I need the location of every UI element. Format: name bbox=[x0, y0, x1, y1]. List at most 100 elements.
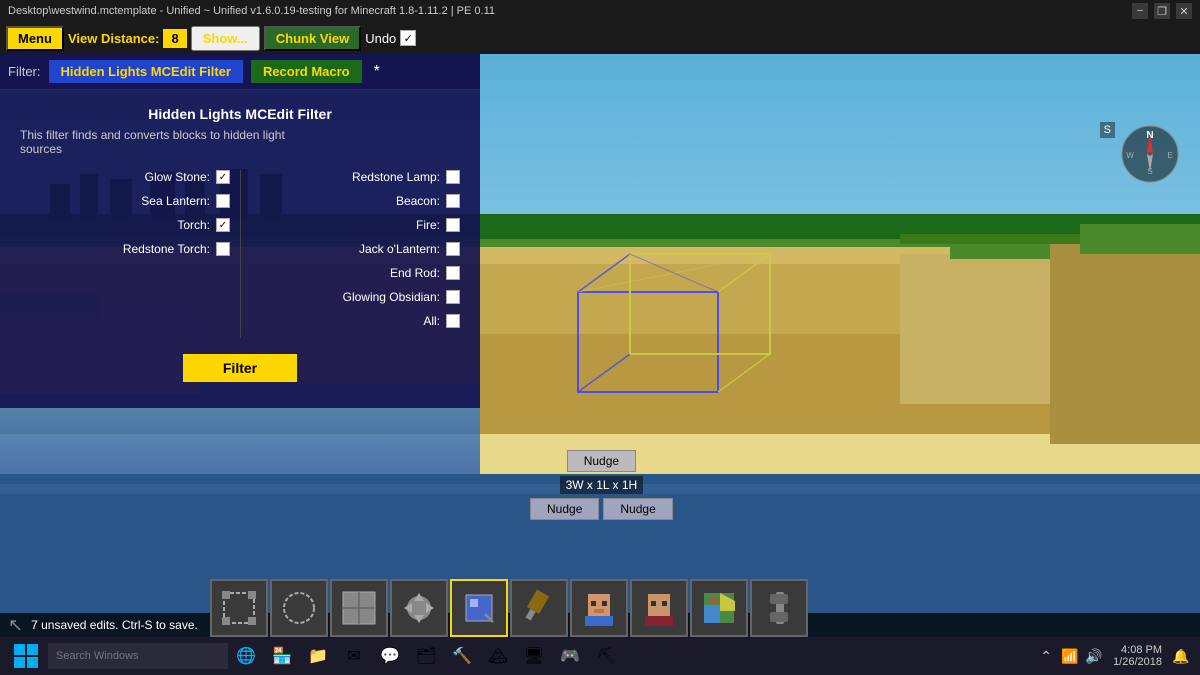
taskbar: 🌐 🏪 📁 ✉ 💬 🗂 🔨 🏔 🖥 🎮 ⛏ ⌃ 📶 🔊 4:08 PM 1/26… bbox=[0, 637, 1200, 675]
option-label-glowstone: Glow Stone: bbox=[20, 170, 210, 184]
taskbar-icon-tools[interactable]: 🔨 bbox=[444, 637, 480, 675]
tool-slot-7[interactable] bbox=[570, 579, 628, 637]
nudge-panel: Nudge 3W x 1L x 1H Nudge Nudge bbox=[530, 450, 673, 520]
tab-record-macro[interactable]: Record Macro bbox=[251, 60, 362, 83]
paint-icon bbox=[460, 589, 498, 627]
taskbar-icon-store[interactable]: 🏪 bbox=[264, 637, 300, 675]
map-icon bbox=[700, 589, 738, 627]
option-label-all: All: bbox=[251, 314, 440, 328]
status-arrow-icon: ↖ bbox=[8, 615, 23, 636]
tool-icon-2 bbox=[278, 587, 320, 629]
tool-icon-4 bbox=[398, 587, 440, 629]
tray-network-icon[interactable]: 📶 bbox=[1059, 637, 1081, 675]
taskbar-icon-files[interactable]: 📁 bbox=[300, 637, 336, 675]
tab-close-button[interactable]: * bbox=[370, 63, 384, 81]
filter-tabs: Filter: Hidden Lights MCEdit Filter Reco… bbox=[0, 54, 480, 90]
tool-slot-3[interactable] bbox=[330, 579, 388, 637]
tool-slot-5[interactable] bbox=[450, 579, 508, 637]
taskbar-icon-monitor[interactable]: 🖥 bbox=[516, 637, 552, 675]
tool-icon-8 bbox=[638, 587, 680, 629]
filter-title: Hidden Lights MCEdit Filter bbox=[20, 106, 460, 122]
search-input[interactable] bbox=[48, 643, 228, 669]
taskbar-icon-skype[interactable]: 💬 bbox=[372, 637, 408, 675]
left-options: Glow Stone: Sea Lantern: Torch: Redstone… bbox=[20, 170, 240, 338]
toolbar-bottom bbox=[210, 579, 808, 637]
checkbox-glowstone[interactable] bbox=[216, 170, 230, 184]
nudge-top-button[interactable]: Nudge bbox=[567, 450, 636, 472]
compass: N S W E bbox=[1120, 124, 1180, 184]
svg-text:W: W bbox=[1126, 151, 1134, 160]
checkbox-glowingobsidian[interactable] bbox=[446, 290, 460, 304]
checkbox-endrod[interactable] bbox=[446, 266, 460, 280]
system-clock[interactable]: 4:08 PM 1/26/2018 bbox=[1107, 644, 1168, 668]
tray-volume-icon[interactable]: 🔊 bbox=[1083, 637, 1105, 675]
option-row-beacon: Beacon: bbox=[251, 194, 460, 208]
player-head-icon bbox=[580, 589, 618, 627]
tool-icon-7 bbox=[578, 587, 620, 629]
checkbox-jackolantern[interactable] bbox=[446, 242, 460, 256]
option-row-glowingobsidian: Glowing Obsidian: bbox=[251, 290, 460, 304]
close-button[interactable]: ✕ bbox=[1176, 3, 1192, 19]
option-label-jackolantern: Jack o'Lantern: bbox=[251, 242, 440, 256]
nudge-right-button[interactable]: Nudge bbox=[603, 498, 672, 520]
option-row-torch: Torch: bbox=[20, 218, 230, 232]
option-row-sealantern: Sea Lantern: bbox=[20, 194, 230, 208]
view-distance-label: View Distance: bbox=[68, 31, 160, 46]
coords-text: S bbox=[1100, 122, 1115, 138]
tool-slot-1[interactable] bbox=[210, 579, 268, 637]
checkbox-redstonelamp[interactable] bbox=[446, 170, 460, 184]
filter-label: Filter: bbox=[8, 64, 41, 79]
taskbar-icon-mountain[interactable]: 🏔 bbox=[480, 637, 516, 675]
option-label-sealantern: Sea Lantern: bbox=[20, 194, 210, 208]
options-grid: Glow Stone: Sea Lantern: Torch: Redstone… bbox=[20, 170, 460, 338]
menu-button[interactable]: Menu bbox=[6, 26, 64, 51]
option-label-beacon: Beacon: bbox=[251, 194, 440, 208]
checkbox-sealantern[interactable] bbox=[216, 194, 230, 208]
chunk-select-icon bbox=[340, 589, 378, 627]
checkbox-torch[interactable] bbox=[216, 218, 230, 232]
taskbar-right: ⌃ 📶 🔊 4:08 PM 1/26/2018 🔔 bbox=[1035, 637, 1196, 675]
chunk-view-button[interactable]: Chunk View bbox=[264, 26, 361, 51]
tray-notification-icon[interactable]: 🔔 bbox=[1170, 637, 1192, 675]
checkbox-all[interactable] bbox=[446, 314, 460, 328]
filter-apply-button[interactable]: Filter bbox=[183, 354, 297, 382]
tab-hidden-lights[interactable]: Hidden Lights MCEdit Filter bbox=[49, 60, 243, 83]
menu-bar: Menu View Distance: 8 Show... Chunk View… bbox=[0, 22, 1200, 54]
taskbar-icon-explorer[interactable]: 🗂 bbox=[408, 637, 444, 675]
tray-chevron-icon[interactable]: ⌃ bbox=[1035, 637, 1057, 675]
restore-button[interactable]: ❐ bbox=[1154, 3, 1170, 19]
undo-checkbox[interactable]: ✓ bbox=[400, 30, 416, 46]
coords-display: S bbox=[1100, 124, 1115, 136]
tool-slot-8[interactable] bbox=[630, 579, 688, 637]
checkbox-beacon[interactable] bbox=[446, 194, 460, 208]
wrench-icon bbox=[760, 589, 798, 627]
tool-slot-6[interactable] bbox=[510, 579, 568, 637]
tool-icon-9 bbox=[698, 587, 740, 629]
start-button[interactable] bbox=[4, 637, 48, 675]
tool-slot-10[interactable] bbox=[750, 579, 808, 637]
tool-icon-1 bbox=[218, 587, 260, 629]
brush-icon bbox=[520, 589, 558, 627]
clock-date: 1/26/2018 bbox=[1113, 656, 1162, 668]
option-row-fire: Fire: bbox=[251, 218, 460, 232]
taskbar-icon-mail[interactable]: ✉ bbox=[336, 637, 372, 675]
option-row-endrod: End Rod: bbox=[251, 266, 460, 280]
show-button[interactable]: Show... bbox=[191, 26, 260, 51]
nudge-left-button[interactable]: Nudge bbox=[530, 498, 599, 520]
option-row-jackolantern: Jack o'Lantern: bbox=[251, 242, 460, 256]
filter-description: This filter finds and converts blocks to… bbox=[20, 128, 310, 156]
option-label-endrod: End Rod: bbox=[251, 266, 440, 280]
option-row-glowstone: Glow Stone: bbox=[20, 170, 230, 184]
window-title: Desktop\westwind.mctemplate - Unified ~ … bbox=[8, 5, 495, 17]
taskbar-icon-minecraft[interactable]: ⛏ bbox=[588, 637, 624, 675]
title-bar: Desktop\westwind.mctemplate - Unified ~ … bbox=[0, 0, 1200, 22]
checkbox-redstonetorch[interactable] bbox=[216, 242, 230, 256]
option-label-redstonelamp: Redstone Lamp: bbox=[251, 170, 440, 184]
tool-slot-4[interactable] bbox=[390, 579, 448, 637]
minimize-button[interactable]: − bbox=[1132, 3, 1148, 19]
tool-slot-9[interactable] bbox=[690, 579, 748, 637]
taskbar-icon-game[interactable]: 🎮 bbox=[552, 637, 588, 675]
tool-slot-2[interactable] bbox=[270, 579, 328, 637]
taskbar-icon-edge[interactable]: 🌐 bbox=[228, 637, 264, 675]
checkbox-fire[interactable] bbox=[446, 218, 460, 232]
